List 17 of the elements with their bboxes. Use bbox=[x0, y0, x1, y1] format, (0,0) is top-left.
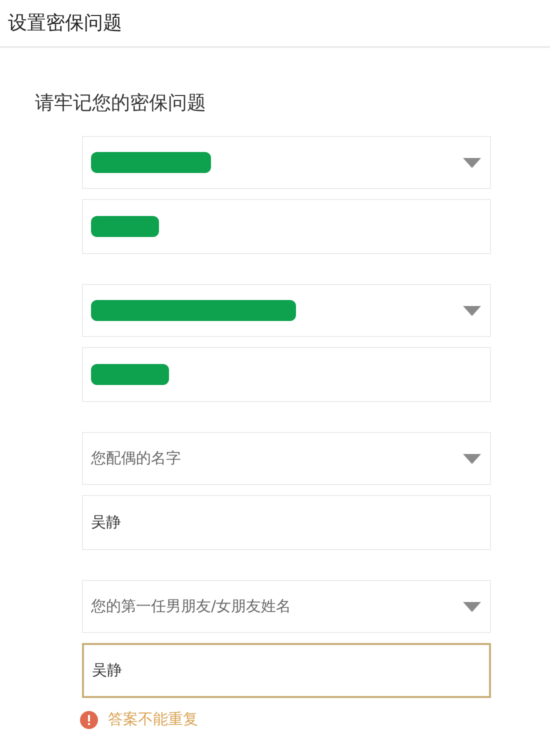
answer-field[interactable]: 吴静 bbox=[82, 643, 491, 698]
question-select[interactable] bbox=[82, 136, 491, 189]
caret-icon bbox=[463, 158, 481, 168]
answer-field[interactable] bbox=[82, 347, 491, 402]
question-select[interactable]: 您的第一任男朋友/女朋友姓名 bbox=[82, 580, 491, 633]
page-title: 设置密保问题 bbox=[8, 11, 122, 36]
error-message: 答案不能重复 bbox=[108, 710, 198, 729]
caret-icon bbox=[463, 602, 481, 612]
question-select[interactable]: 您配偶的名字 bbox=[82, 432, 491, 485]
warning-icon bbox=[80, 710, 98, 728]
section-heading: 请牢记您的密保问题 bbox=[35, 91, 207, 116]
redaction-bar bbox=[91, 216, 159, 237]
answer-field[interactable] bbox=[82, 199, 491, 254]
caret-icon bbox=[463, 306, 481, 316]
question-select[interactable] bbox=[82, 284, 491, 337]
caret-icon bbox=[463, 454, 481, 464]
answer-field[interactable]: 吴静 bbox=[82, 495, 491, 550]
